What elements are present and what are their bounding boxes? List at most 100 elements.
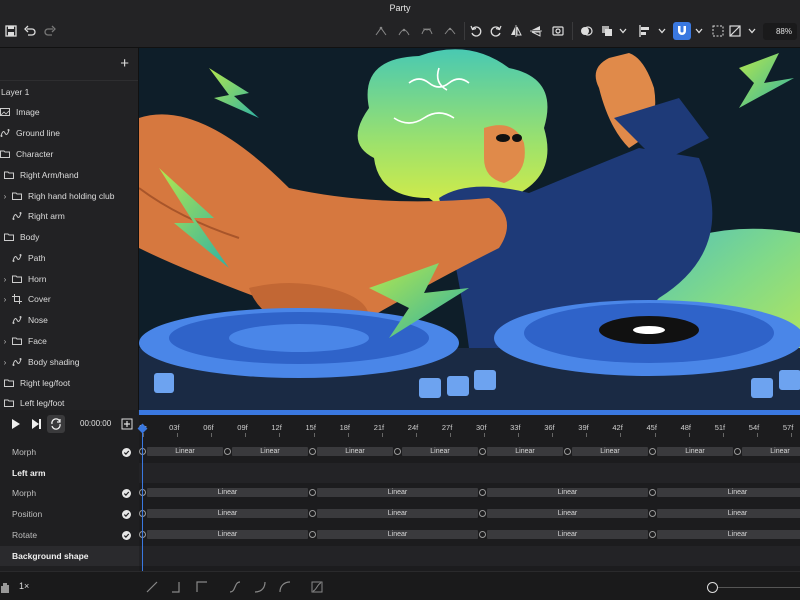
- interpolation-segment[interactable]: Linear: [232, 447, 308, 456]
- interpolation-segment[interactable]: Linear: [657, 447, 733, 456]
- track-row[interactable]: [139, 463, 800, 483]
- layer-row[interactable]: Right Arm/hand: [0, 165, 139, 185]
- layer-row[interactable]: Body: [0, 227, 139, 247]
- timeline-zoom-slider[interactable]: [712, 587, 800, 588]
- keyframe[interactable]: [479, 510, 486, 517]
- interpolation-segment[interactable]: Linear: [572, 447, 648, 456]
- interpolation-segment[interactable]: Linear: [487, 488, 648, 497]
- layer-row[interactable]: › Horn: [0, 269, 139, 289]
- node-smooth-icon[interactable]: [395, 22, 413, 40]
- keyframe[interactable]: [649, 510, 656, 517]
- interpolation-segment[interactable]: Linear: [487, 447, 563, 456]
- play-icon[interactable]: [6, 415, 24, 433]
- interpolation-segment[interactable]: Linear: [317, 530, 478, 539]
- interpolation-segment[interactable]: Linear: [317, 509, 478, 518]
- keyframe[interactable]: [479, 531, 486, 538]
- keyframe[interactable]: [309, 489, 316, 496]
- track-enabled-check-icon[interactable]: [122, 510, 131, 519]
- selection-mask-icon[interactable]: [709, 22, 727, 40]
- skip-to-end-icon[interactable]: [27, 415, 45, 433]
- node-disconnected-icon[interactable]: [441, 22, 459, 40]
- keyframe[interactable]: [309, 448, 316, 455]
- track-enabled-check-icon[interactable]: [122, 489, 131, 498]
- keyframe[interactable]: [734, 448, 741, 455]
- flip-vertical-icon[interactable]: [527, 22, 545, 40]
- align-icon[interactable]: [636, 22, 654, 40]
- artboard-canvas[interactable]: [139, 48, 800, 410]
- ease-in-icon[interactable]: [253, 580, 267, 594]
- interpolation-segment[interactable]: Linear: [147, 530, 308, 539]
- layer-row[interactable]: Ground line: [0, 123, 139, 143]
- interpolation-segment[interactable]: Linear: [317, 447, 393, 456]
- ease-step-start-icon[interactable]: [195, 580, 209, 594]
- boolean-icon[interactable]: [577, 22, 595, 40]
- layer-row[interactable]: Path: [0, 248, 139, 268]
- interpolation-segment[interactable]: Linear: [487, 530, 648, 539]
- arrange-chevron-down-icon[interactable]: [614, 22, 632, 40]
- interpolation-segment[interactable]: Linear: [657, 530, 800, 539]
- chevron-right-icon[interactable]: ›: [1, 275, 9, 284]
- interpolation-segment[interactable]: Linear: [657, 509, 800, 518]
- layer-row[interactable]: Character: [0, 144, 139, 164]
- layer-row[interactable]: › Cover: [0, 289, 139, 309]
- keyframe[interactable]: [479, 489, 486, 496]
- layer-row[interactable]: Right leg/foot: [0, 373, 139, 393]
- track-enabled-check-icon[interactable]: [122, 448, 131, 457]
- playback-speed[interactable]: 1×: [19, 581, 29, 591]
- chevron-right-icon[interactable]: ›: [1, 358, 9, 367]
- interpolation-segment[interactable]: Linear: [487, 509, 648, 518]
- timeline-zoom-knob[interactable]: [707, 582, 718, 593]
- keyframe[interactable]: [309, 510, 316, 517]
- interpolation-segment[interactable]: Linear: [317, 488, 478, 497]
- redo-icon[interactable]: [41, 22, 59, 40]
- ease-in-out-icon[interactable]: [228, 580, 242, 594]
- keyframe[interactable]: [394, 448, 401, 455]
- interpolation-segment[interactable]: Linear: [657, 488, 800, 497]
- snapping-magnet-icon[interactable]: [673, 22, 691, 40]
- loop-icon[interactable]: [47, 415, 65, 433]
- custom-curve-icon[interactable]: [310, 580, 324, 594]
- keyframe[interactable]: [309, 531, 316, 538]
- add-keyframe-icon[interactable]: [118, 415, 136, 433]
- ease-linear-icon[interactable]: [145, 580, 159, 594]
- snapping-chevron-down-icon[interactable]: [690, 22, 708, 40]
- track-enabled-check-icon[interactable]: [122, 531, 131, 540]
- zoom-level-field[interactable]: 88%: [763, 23, 797, 40]
- layer-row[interactable]: › Righ hand holding club: [0, 186, 139, 206]
- keyframe[interactable]: [224, 448, 231, 455]
- rotate-ccw-icon[interactable]: [467, 22, 485, 40]
- layer-row[interactable]: Image: [0, 102, 139, 122]
- ease-out-icon[interactable]: [278, 580, 292, 594]
- hand-icon[interactable]: [0, 578, 14, 596]
- camera-icon[interactable]: [549, 22, 567, 40]
- chevron-right-icon[interactable]: ›: [1, 295, 9, 304]
- interpolation-segment[interactable]: Linear: [742, 447, 800, 456]
- interpolation-segment[interactable]: Linear: [402, 447, 478, 456]
- fill-style-icon[interactable]: [726, 22, 744, 40]
- timeline-ruler[interactable]: 0s03f06f09f12f15f18f21f24f27f30f33f36f39…: [139, 415, 800, 437]
- ease-step-end-icon[interactable]: [170, 580, 184, 594]
- interpolation-segment[interactable]: Linear: [147, 488, 308, 497]
- keyframe[interactable]: [649, 489, 656, 496]
- node-symmetric-icon[interactable]: [418, 22, 436, 40]
- chevron-right-icon[interactable]: ›: [1, 337, 9, 346]
- keyframe[interactable]: [479, 448, 486, 455]
- layer-row[interactable]: › Face: [0, 331, 139, 351]
- flip-horizontal-icon[interactable]: [507, 22, 525, 40]
- save-icon[interactable]: [2, 22, 20, 40]
- undo-icon[interactable]: [21, 22, 39, 40]
- align-chevron-down-icon[interactable]: [653, 22, 671, 40]
- layer-row[interactable]: Nose: [0, 310, 139, 330]
- playhead-line[interactable]: [142, 426, 143, 571]
- interpolation-segment[interactable]: Linear: [147, 447, 223, 456]
- keyframe[interactable]: [649, 531, 656, 538]
- keyframe[interactable]: [564, 448, 571, 455]
- track-row[interactable]: [139, 546, 800, 566]
- node-corner-icon[interactable]: [372, 22, 390, 40]
- interpolation-segment[interactable]: Linear: [147, 509, 308, 518]
- layer-row[interactable]: Layer 1: [0, 82, 139, 102]
- chevron-right-icon[interactable]: ›: [1, 192, 9, 201]
- layer-row[interactable]: › Body shading: [0, 352, 139, 372]
- add-layer-icon[interactable]: +: [120, 55, 129, 72]
- rotate-cw-icon[interactable]: [487, 22, 505, 40]
